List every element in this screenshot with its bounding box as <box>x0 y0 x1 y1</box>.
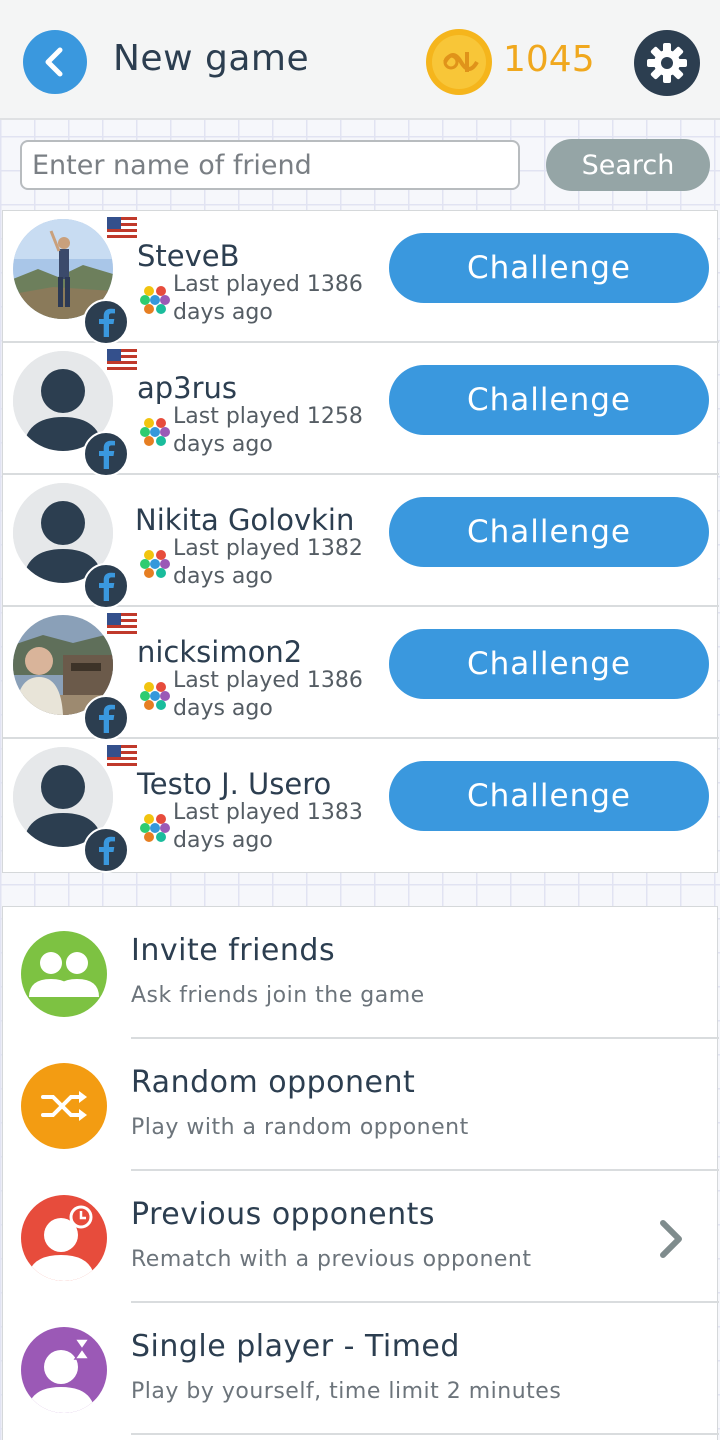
option-title: Invite friends <box>131 933 336 968</box>
last-played-text: Last played 1382 days ago <box>173 536 363 589</box>
friend-name: ap3rus <box>137 371 238 405</box>
single-player-timed-option[interactable]: Single player - Timed Play by yourself, … <box>3 1303 719 1435</box>
friend-row: nicksimon2 Last played 1386 days ago Cha… <box>3 607 719 741</box>
settings-button[interactable] <box>634 30 700 96</box>
gear-icon <box>647 43 687 83</box>
option-subtitle: Play by yourself, time limit 2 minutes <box>131 1379 562 1404</box>
last-played-text: Last played 1386 days ago <box>173 668 363 721</box>
challenge-button[interactable]: Challenge <box>389 365 709 435</box>
chevron-right-icon <box>660 1220 682 1258</box>
friend-row: SteveB Last played 1386 days ago Challen… <box>3 211 719 345</box>
game-icon <box>140 550 170 578</box>
rematch-icon <box>21 1195 107 1281</box>
option-subtitle: Play with a random opponent <box>131 1115 469 1140</box>
us-flag-icon <box>107 349 137 373</box>
friends-list: SteveB Last played 1386 days ago Challen… <box>2 210 719 873</box>
divider <box>131 1433 719 1435</box>
us-flag-icon <box>107 745 137 769</box>
facebook-icon <box>83 431 129 477</box>
challenge-button[interactable]: Challenge <box>389 629 709 699</box>
group-icon <box>21 931 107 1017</box>
friend-name: Testo J. Usero <box>137 767 332 801</box>
facebook-icon <box>83 299 129 345</box>
friend-name: Nikita Golovkin <box>135 503 355 537</box>
coin-icon <box>426 29 492 95</box>
option-title: Previous opponents <box>131 1197 435 1232</box>
friend-row: Testo J. Usero Last played 1383 days ago… <box>3 739 719 873</box>
game-icon <box>140 682 170 710</box>
timer-icon <box>21 1327 107 1413</box>
chevron-left-icon <box>45 47 63 77</box>
page-title: New game <box>113 38 310 79</box>
random-opponent-option[interactable]: Random opponent Play with a random oppon… <box>3 1039 719 1171</box>
last-played-text: Last played 1383 days ago <box>173 800 363 853</box>
back-button[interactable] <box>23 30 87 94</box>
last-played-text: Last played 1386 days ago <box>173 272 363 325</box>
challenge-button[interactable]: Challenge <box>389 497 709 567</box>
friend-row: Nikita Golovkin Last played 1382 days ag… <box>3 475 719 609</box>
option-title: Random opponent <box>131 1065 416 1100</box>
game-icon <box>140 286 170 314</box>
option-title: Single player - Timed <box>131 1329 460 1364</box>
us-flag-icon <box>107 613 137 637</box>
challenge-button[interactable]: Challenge <box>389 233 709 303</box>
friend-name: nicksimon2 <box>137 635 303 669</box>
challenge-button[interactable]: Challenge <box>389 761 709 831</box>
friend-row: ap3rus Last played 1258 days ago Challen… <box>3 343 719 477</box>
facebook-icon <box>83 827 129 873</box>
option-subtitle: Ask friends join the game <box>131 983 425 1008</box>
us-flag-icon <box>107 217 137 241</box>
game-icon <box>140 418 170 446</box>
friend-name: SteveB <box>137 239 240 273</box>
invite-friends-option[interactable]: Invite friends Ask friends join the game <box>3 907 719 1039</box>
shuffle-icon <box>21 1063 107 1149</box>
search-button[interactable]: Search <box>546 139 710 191</box>
game-options-list: Invite friends Ask friends join the game… <box>2 906 719 1440</box>
top-bar: New game 1045 <box>0 0 720 120</box>
previous-opponents-option[interactable]: Previous opponents Rematch with a previo… <box>3 1171 719 1303</box>
last-played-text: Last played 1258 days ago <box>173 404 363 457</box>
facebook-icon <box>83 563 129 609</box>
game-icon <box>140 814 170 842</box>
coin-balance: 1045 <box>503 39 595 80</box>
facebook-icon <box>83 695 129 741</box>
friend-search-input[interactable] <box>20 140 520 190</box>
option-subtitle: Rematch with a previous opponent <box>131 1247 532 1272</box>
